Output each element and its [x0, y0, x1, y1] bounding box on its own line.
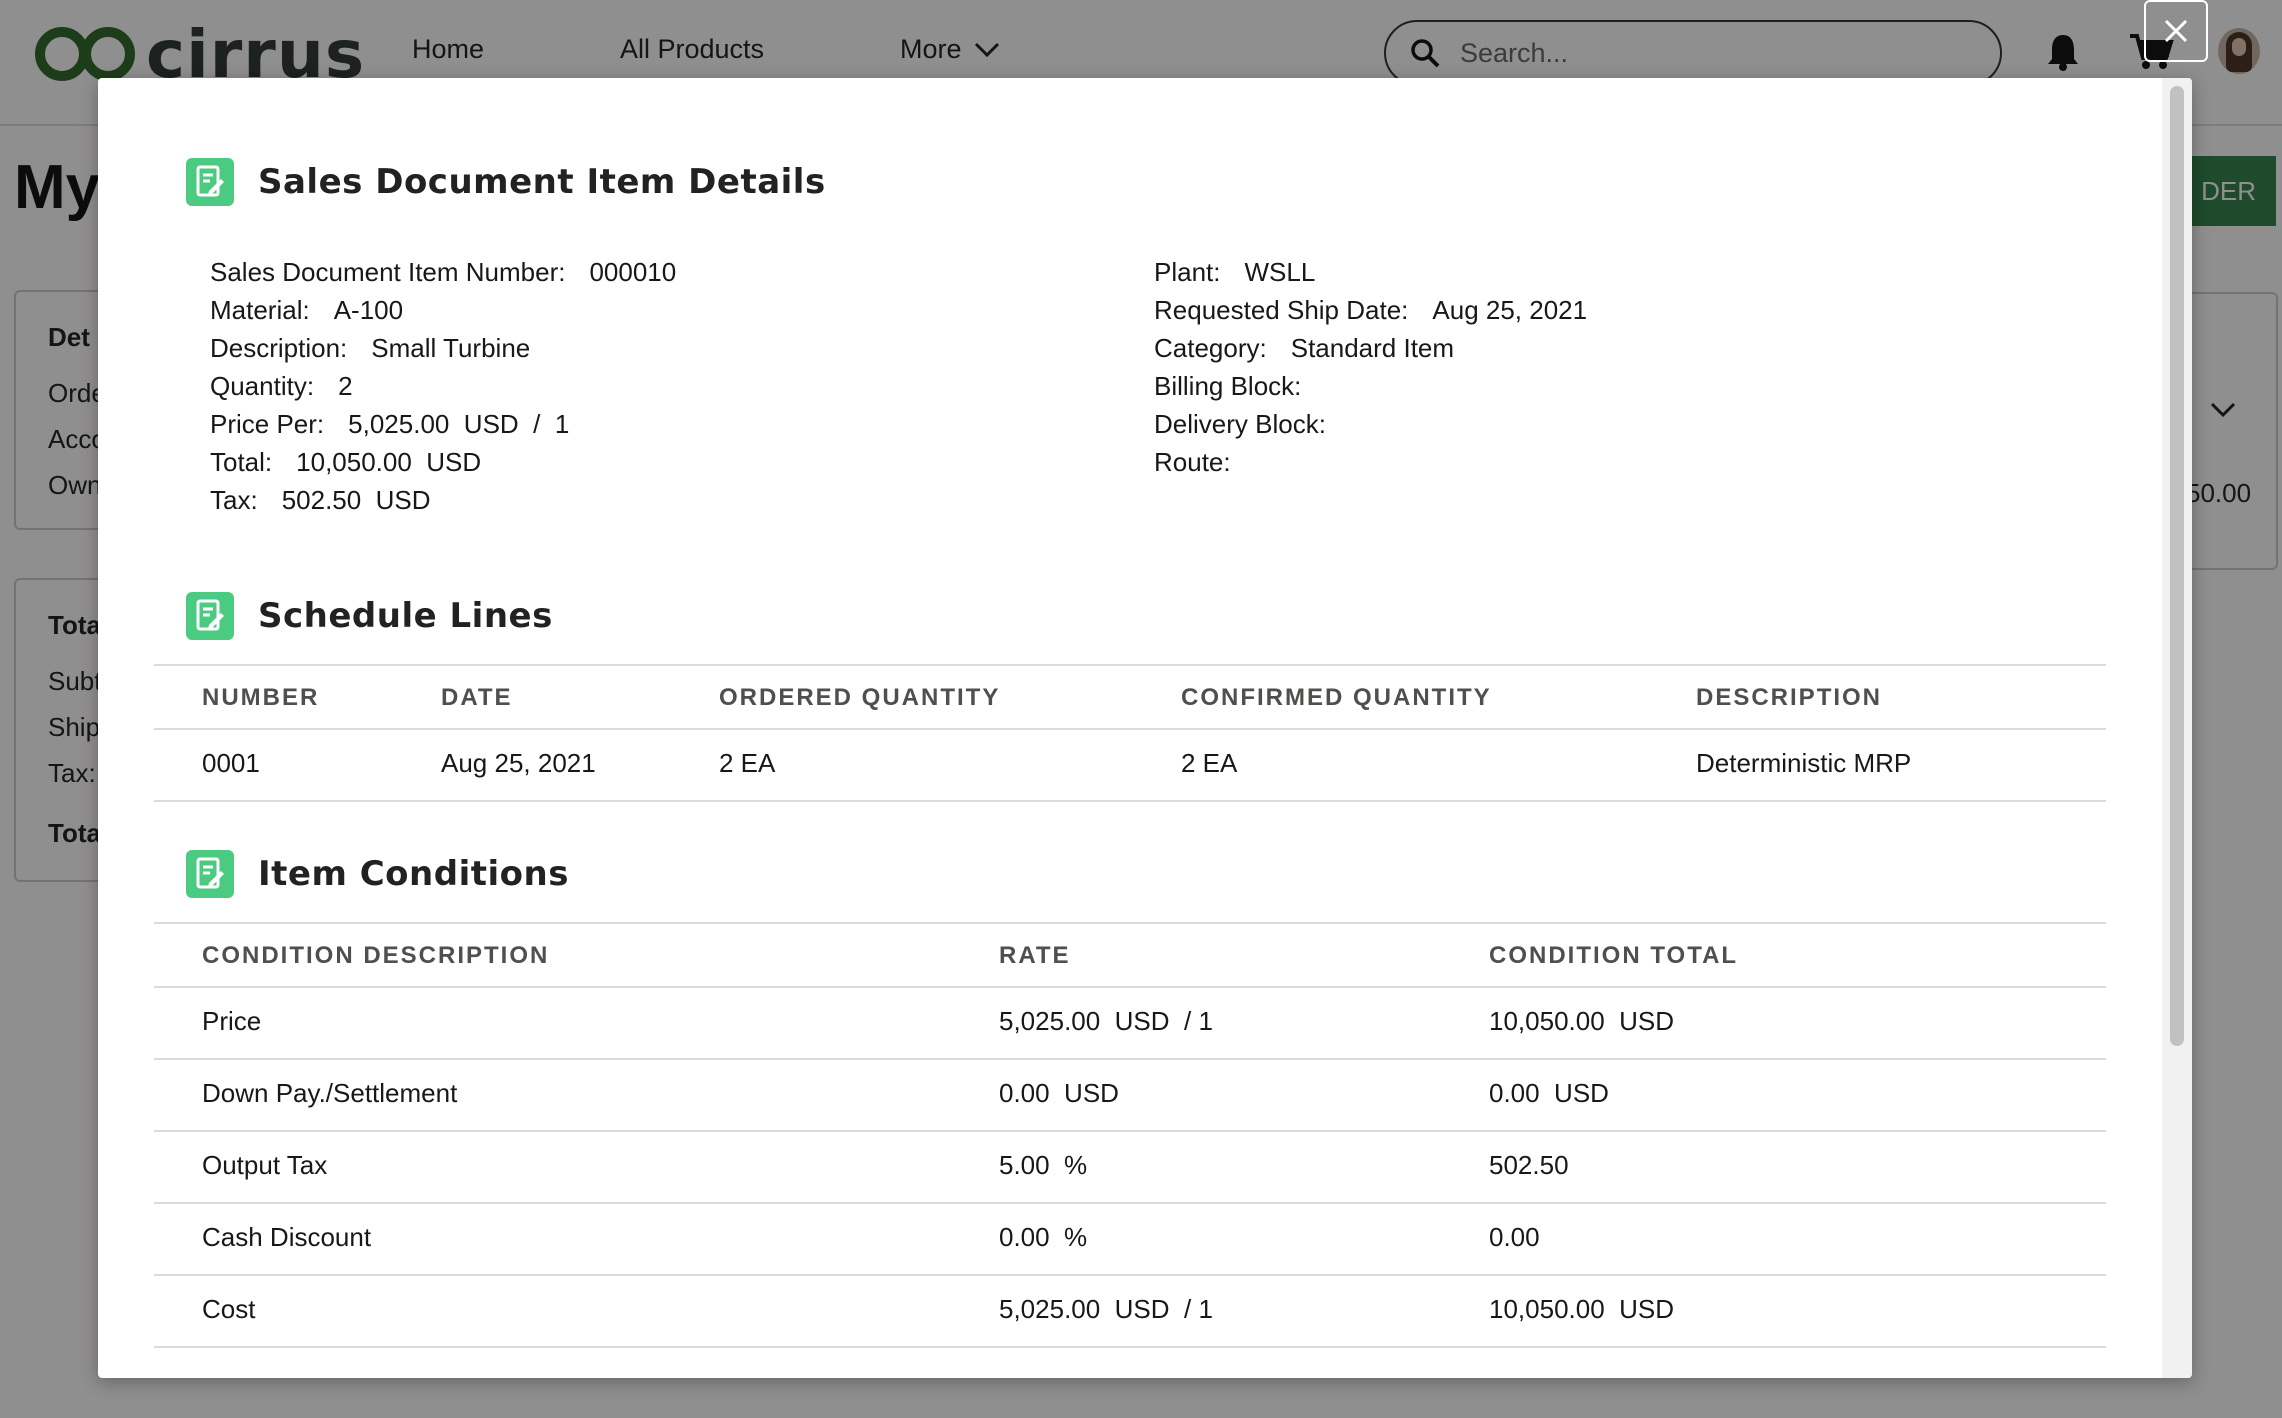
- item-conditions-title: Item Conditions: [258, 854, 569, 894]
- column-header-condition-total[interactable]: CONDITION TOTAL: [1489, 942, 1738, 970]
- field-route: Route:: [1154, 443, 1587, 481]
- divider: [154, 800, 2106, 802]
- field-item-number: Sales Document Item Number: 000010: [210, 253, 676, 291]
- column-header-condition-description[interactable]: CONDITION DESCRIPTION: [202, 942, 549, 970]
- field-label: Total:: [210, 447, 273, 477]
- field-category: Category: Standard Item: [1154, 329, 1587, 367]
- column-header-date[interactable]: DATE: [441, 684, 513, 712]
- item-details-left-fields: Sales Document Item Number: 000010 Materi…: [210, 253, 676, 519]
- field-label: Price Per:: [210, 409, 325, 439]
- column-header-number[interactable]: NUMBER: [202, 684, 319, 712]
- field-label: Category:: [1154, 333, 1267, 363]
- field-label: Description:: [210, 333, 348, 363]
- field-total: Total: 10,050.00 USD: [210, 443, 676, 481]
- divider: [154, 922, 2106, 924]
- schedule-lines-header: Schedule Lines: [186, 592, 553, 640]
- table-cell: Aug 25, 2021: [441, 748, 596, 778]
- document-icon: [186, 592, 234, 640]
- field-label: Delivery Block:: [1154, 409, 1326, 439]
- table-cell: Cost: [202, 1294, 256, 1324]
- column-header-ordered-quantity[interactable]: ORDERED QUANTITY: [719, 684, 1000, 712]
- divider: [154, 728, 2106, 730]
- field-value: 5,025.00 USD / 1: [348, 409, 570, 439]
- field-quantity: Quantity: 2: [210, 367, 676, 405]
- field-description: Description: Small Turbine: [210, 329, 676, 367]
- table-cell: 0.00 %: [999, 1222, 1088, 1252]
- field-label: Billing Block:: [1154, 371, 1302, 401]
- table-cell: 0001: [202, 748, 260, 778]
- divider: [154, 1346, 2106, 1348]
- table-cell: 5,025.00 USD / 1: [999, 1006, 1213, 1036]
- field-value: 000010: [589, 257, 677, 287]
- table-cell: Price: [202, 1006, 262, 1036]
- modal-scrollbar[interactable]: [2162, 78, 2192, 1378]
- item-conditions-header: Item Conditions: [186, 850, 569, 898]
- field-value: A-100: [333, 295, 404, 325]
- close-button[interactable]: [2144, 0, 2208, 62]
- field-label: Quantity:: [210, 371, 315, 401]
- column-header-description[interactable]: DESCRIPTION: [1696, 684, 1882, 712]
- table-cell: Output Tax: [202, 1150, 328, 1180]
- table-cell: 5,025.00 USD / 1: [999, 1294, 1213, 1324]
- document-icon: [186, 850, 234, 898]
- field-material: Material: A-100: [210, 291, 676, 329]
- field-plant: Plant: WSLL: [1154, 253, 1587, 291]
- field-value: WSLL: [1244, 257, 1316, 287]
- table-cell: 5.00 %: [999, 1150, 1088, 1180]
- table-cell: 2 EA: [1181, 748, 1238, 778]
- field-label: Plant:: [1154, 257, 1221, 287]
- field-label: Requested Ship Date:: [1154, 295, 1409, 325]
- field-tax: Tax: 502.50 USD: [210, 481, 676, 519]
- divider: [154, 1130, 2106, 1132]
- table-cell: Cash Discount: [202, 1222, 372, 1252]
- table-cell: 10,050.00 USD: [1489, 1006, 1675, 1036]
- table-cell: 2 EA: [719, 748, 776, 778]
- table-cell: 10,050.00 USD: [1489, 1294, 1675, 1324]
- table-cell: Deterministic MRP: [1696, 748, 1912, 778]
- divider: [154, 986, 2106, 988]
- column-header-confirmed-quantity[interactable]: CONFIRMED QUANTITY: [1181, 684, 1492, 712]
- field-value: 10,050.00 USD: [296, 447, 482, 477]
- item-details-header: Sales Document Item Details: [186, 158, 826, 206]
- field-delivery-block: Delivery Block:: [1154, 405, 1587, 443]
- table-cell: Down Pay./Settlement: [202, 1078, 458, 1108]
- close-icon: [2164, 19, 2188, 43]
- scrollbar-thumb[interactable]: [2170, 86, 2184, 1046]
- field-value: Standard Item: [1290, 333, 1455, 363]
- table-cell: 502.50: [1489, 1150, 1569, 1180]
- item-details-title: Sales Document Item Details: [258, 162, 826, 202]
- divider: [154, 1058, 2106, 1060]
- field-billing-block: Billing Block:: [1154, 367, 1587, 405]
- schedule-lines-title: Schedule Lines: [258, 596, 553, 636]
- field-label: Tax:: [210, 485, 258, 515]
- table-cell: 0.00 USD: [1489, 1078, 1609, 1108]
- field-value: 502.50 USD: [281, 485, 431, 515]
- field-requested-ship-date: Requested Ship Date: Aug 25, 2021: [1154, 291, 1587, 329]
- document-icon: [186, 158, 234, 206]
- table-cell: 0.00 USD: [999, 1078, 1119, 1108]
- field-price-per: Price Per: 5,025.00 USD / 1: [210, 405, 676, 443]
- field-value: 2: [338, 371, 353, 401]
- item-details-right-fields: Plant: WSLL Requested Ship Date: Aug 25, 2…: [1154, 253, 1587, 481]
- divider: [154, 1202, 2106, 1204]
- item-details-modal: Sales Document Item Details Sales Docume…: [98, 78, 2192, 1378]
- divider: [154, 1274, 2106, 1276]
- field-label: Material:: [210, 295, 310, 325]
- field-value: Small Turbine: [371, 333, 531, 363]
- field-label: Route:: [1154, 447, 1231, 477]
- field-value: Aug 25, 2021: [1432, 295, 1588, 325]
- divider: [154, 664, 2106, 666]
- column-header-rate[interactable]: RATE: [999, 942, 1071, 970]
- table-cell: 0.00: [1489, 1222, 1540, 1252]
- field-label: Sales Document Item Number:: [210, 257, 566, 287]
